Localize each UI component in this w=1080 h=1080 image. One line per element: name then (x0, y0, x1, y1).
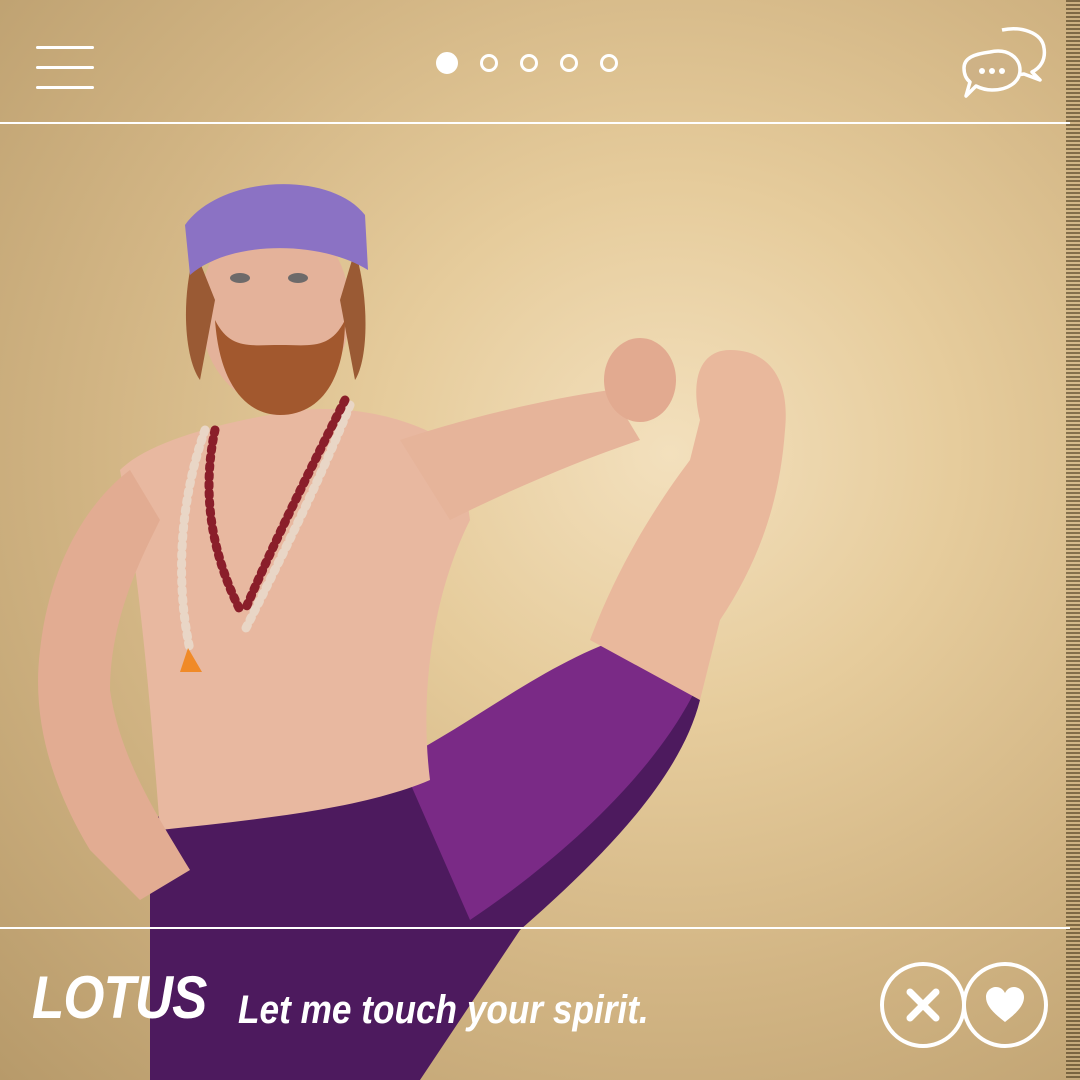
page-dot-3[interactable] (520, 54, 538, 72)
top-bar (0, 0, 1080, 124)
profile-tagline: Let me touch your spirit. (238, 988, 649, 1032)
edge-strip (1066, 0, 1080, 1080)
dislike-button[interactable] (880, 962, 966, 1048)
menu-button[interactable] (36, 46, 94, 90)
hamburger-menu-icon (36, 46, 94, 49)
page-dot-2[interactable] (480, 54, 498, 72)
top-divider (0, 122, 1070, 124)
heart-icon (986, 987, 1024, 1022)
page-dot-5[interactable] (600, 54, 618, 72)
close-x-icon (906, 988, 940, 1022)
page-dot-1[interactable] (436, 52, 458, 74)
profile-photo (0, 124, 1066, 1080)
profile-name: LOTUS (32, 964, 207, 1031)
chat-button[interactable] (962, 24, 1050, 102)
chat-bubbles-icon (962, 27, 1047, 98)
bottom-divider (0, 927, 1070, 929)
page-dot-4[interactable] (560, 54, 578, 72)
page-indicator (436, 52, 618, 74)
like-button[interactable] (962, 962, 1048, 1048)
